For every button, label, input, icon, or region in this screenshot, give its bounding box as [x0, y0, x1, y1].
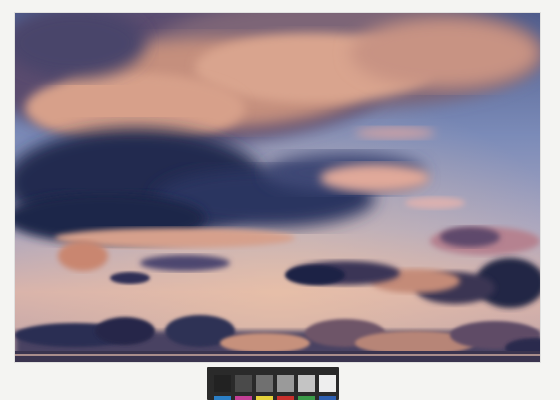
- color-swatch: [256, 396, 273, 400]
- gray-swatch: [319, 375, 336, 392]
- gray-swatch: [235, 375, 252, 392]
- color-swatch: [277, 396, 294, 400]
- gray-swatch: [214, 375, 231, 392]
- gray-swatch: [277, 375, 294, 392]
- sky-photograph: [15, 13, 540, 362]
- color-swatch: [298, 396, 315, 400]
- color-swatch: [214, 396, 231, 400]
- gray-swatch: [256, 375, 273, 392]
- gray-swatch: [298, 375, 315, 392]
- color-calibration-card: [207, 367, 339, 400]
- color-swatch: [319, 396, 336, 400]
- color-swatch: [235, 396, 252, 400]
